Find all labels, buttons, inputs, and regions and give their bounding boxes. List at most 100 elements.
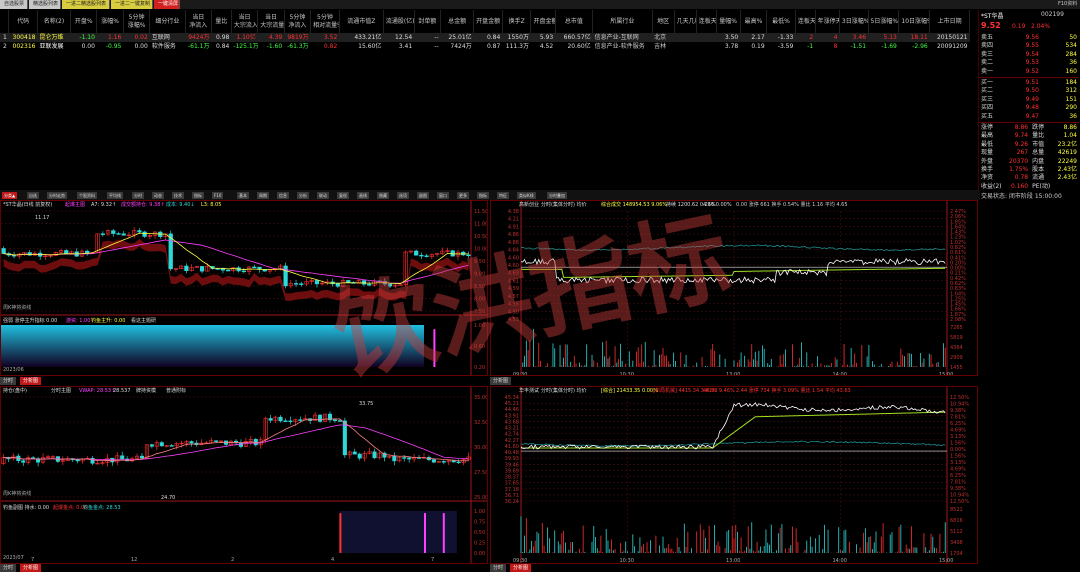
toolbar-button[interactable]: 隐藏 bbox=[377, 192, 389, 199]
top-tab[interactable]: 一进二精选股列表 bbox=[62, 0, 110, 9]
column-header[interactable]: 5分钟 涨幅% bbox=[123, 10, 151, 33]
average-line bbox=[521, 411, 946, 449]
toolbar-button[interactable]: 分时走势 bbox=[47, 192, 67, 199]
top-tab[interactable]: 一键清屏 bbox=[154, 0, 180, 9]
f10-link[interactable]: F10资料 bbox=[1058, 0, 1077, 9]
bottom-tab-1[interactable]: 分时 bbox=[0, 377, 17, 385]
intraday-chart-bottom[interactable]: 45.34 45.21 44.46 43.91 43.68 43.21 42.74 42.27… bbox=[490, 386, 978, 564]
toolbar-button[interactable]: 指标 bbox=[477, 192, 489, 199]
candle-body bbox=[335, 283, 340, 287]
column-header[interactable]: 当日 大宗流入 bbox=[231, 10, 259, 33]
column-header[interactable]: 最低% bbox=[766, 10, 796, 33]
column-header[interactable]: 换手Z bbox=[502, 10, 532, 33]
column-header[interactable]: 5分钟相对流量% bbox=[310, 10, 340, 33]
t2-title: 华丰测试 bbox=[519, 388, 540, 394]
toolbar-button[interactable]: 分时 bbox=[132, 192, 144, 199]
toolbar-button[interactable]: 动态 bbox=[152, 192, 164, 199]
toolbar-button[interactable]: 指标 bbox=[192, 192, 204, 199]
column-header[interactable]: 流通市值Z bbox=[339, 10, 384, 33]
column-header[interactable]: 开盘金额 bbox=[473, 10, 503, 33]
top-tab[interactable]: 自选股票 bbox=[0, 0, 28, 9]
bottom-tab-3[interactable]: 分时 bbox=[0, 564, 17, 572]
time-tick-label: 10:30 bbox=[620, 372, 634, 375]
top-tab[interactable]: 精选股列表 bbox=[29, 0, 61, 9]
candle-body bbox=[392, 455, 397, 462]
column-header[interactable]: 总市值 bbox=[555, 10, 594, 33]
column-header[interactable]: 最高% bbox=[740, 10, 768, 33]
column-header[interactable]: 开盘金额 bbox=[530, 10, 556, 33]
toolbar-button[interactable]: 类似K线 bbox=[517, 192, 536, 199]
column-header[interactable]: 年涨停天 bbox=[815, 10, 840, 33]
candle-body bbox=[214, 440, 219, 442]
candle-body bbox=[288, 420, 293, 423]
column-header[interactable]: 当日大宗流量% bbox=[257, 10, 285, 33]
t2-subtitle: 分时(集体分时) 均价 bbox=[541, 388, 587, 394]
intraday-chart-top[interactable]: 4.38 4.21 4.91 4.86 4.88 4.84 4.60 4.60 4.63 4.61… bbox=[490, 200, 978, 376]
top-tab[interactable]: 一进二一键复制 bbox=[111, 0, 153, 9]
column-header[interactable]: 量幅% bbox=[716, 10, 741, 33]
candle-body bbox=[293, 283, 299, 285]
sub-fill bbox=[1, 325, 424, 367]
bottom-tab-4[interactable]: 分析图 bbox=[20, 564, 42, 572]
order-row: 卖一 9.52 160 bbox=[979, 68, 1079, 76]
bottom-tab-5[interactable]: 分析图 bbox=[490, 377, 512, 385]
toolbar-button[interactable]: 副图 bbox=[417, 192, 429, 199]
kline-chart-top[interactable]: 11.50 11.00 10.50 10.00 9.50 9.00 8.50 8.00 7.50… bbox=[0, 200, 488, 376]
toolbar-button[interactable]: 技术 bbox=[172, 192, 184, 199]
bottom-tab-2[interactable]: 分析图 bbox=[20, 377, 42, 385]
candle-body bbox=[64, 250, 69, 254]
toolbar-button[interactable]: 自选 bbox=[27, 192, 39, 199]
toolbar-button[interactable]: 复权 bbox=[337, 192, 349, 199]
column-header[interactable]: 量比 bbox=[211, 10, 232, 33]
toolbar-button[interactable]: 窗口 bbox=[437, 192, 449, 199]
bottom-tab-7[interactable]: 分析图 bbox=[510, 564, 532, 572]
column-header[interactable]: 几天几板 bbox=[674, 10, 697, 33]
column-header[interactable]: 名称(2) bbox=[37, 10, 72, 33]
candle-body bbox=[226, 269, 231, 272]
toolbar-button[interactable]: F10 bbox=[212, 192, 224, 199]
column-header[interactable]: 连板天 bbox=[696, 10, 717, 33]
column-header[interactable]: 所属行业 bbox=[592, 10, 653, 33]
time-tick-label: 14:00 bbox=[833, 372, 847, 375]
order-row: 卖五 9.56 50 bbox=[979, 34, 1079, 42]
column-header[interactable]: 连板天 bbox=[795, 10, 816, 33]
toolbar-button[interactable]: 个股资料 bbox=[77, 192, 97, 199]
column-header[interactable]: 涨幅% bbox=[96, 10, 124, 33]
toolbar-button[interactable]: 信息 bbox=[277, 192, 289, 199]
toolbar-button[interactable]: 平均线 bbox=[107, 192, 123, 199]
column-header[interactable]: 5分钟 净流入 bbox=[284, 10, 312, 33]
kline-chart-bottom[interactable]: 35.00 32.50 30.00 27.50 25.00 1.00 0.75 0.50 0.2… bbox=[0, 386, 488, 564]
bottom-tab-6[interactable]: 分时 bbox=[490, 564, 507, 572]
column-header[interactable]: 上市日期 bbox=[929, 10, 970, 33]
column-header[interactable]: 3日涨幅% bbox=[839, 10, 869, 33]
column-header[interactable]: 开盘% bbox=[70, 10, 98, 33]
column-header[interactable]: 代码 bbox=[8, 10, 38, 33]
column-header[interactable]: 当日 净流入 bbox=[185, 10, 213, 33]
toolbar-button[interactable]: 分类▲ bbox=[2, 192, 18, 199]
column-header[interactable]: 流通股(亿) bbox=[383, 10, 415, 33]
column-header[interactable]: 总金额 bbox=[440, 10, 475, 33]
column-header[interactable]: 5日涨幅% bbox=[868, 10, 900, 33]
column-header[interactable]: 细分行业 bbox=[149, 10, 186, 33]
toolbar-button[interactable]: 特征 bbox=[497, 192, 509, 199]
toolbar-button[interactable]: 选项 bbox=[397, 192, 409, 199]
table-cell: -61.3万 bbox=[287, 43, 309, 50]
toolbar-button[interactable]: 更多 bbox=[457, 192, 469, 199]
toolbar-button[interactable]: 分时叠加 bbox=[547, 192, 567, 199]
toolbar-button[interactable]: 基本 bbox=[237, 192, 249, 199]
toolbar-button[interactable]: 联动 bbox=[317, 192, 329, 199]
column-header[interactable]: 封单额 bbox=[414, 10, 442, 33]
signal-bar bbox=[339, 513, 342, 553]
toolbar-button[interactable]: 分析 bbox=[297, 192, 309, 199]
column-header[interactable] bbox=[0, 10, 10, 33]
table-row[interactable]: 2 002316 亚联发展 0.00 -0.95 0.00 软件服务 -61.1万 0.84 -1… bbox=[0, 42, 970, 51]
k1-sub-l2: 钓鱼主升: 0.00 bbox=[91, 318, 126, 324]
column-header[interactable]: 地区 bbox=[652, 10, 675, 33]
toolbar-button[interactable]: 周期 bbox=[257, 192, 269, 199]
table-row[interactable]: 1 300418 昆仑万维 -1.10 1.16 0.02 互联网 9424万 0.98 1.10… bbox=[0, 33, 970, 42]
left-tick-label: 45.21 bbox=[505, 401, 519, 407]
order-row: 买四 9.48 290 bbox=[979, 104, 1079, 112]
toolbar-button[interactable]: 画线 bbox=[357, 192, 369, 199]
column-header[interactable]: 10日涨幅% bbox=[898, 10, 931, 33]
order-price: 9.53 bbox=[1025, 59, 1039, 67]
